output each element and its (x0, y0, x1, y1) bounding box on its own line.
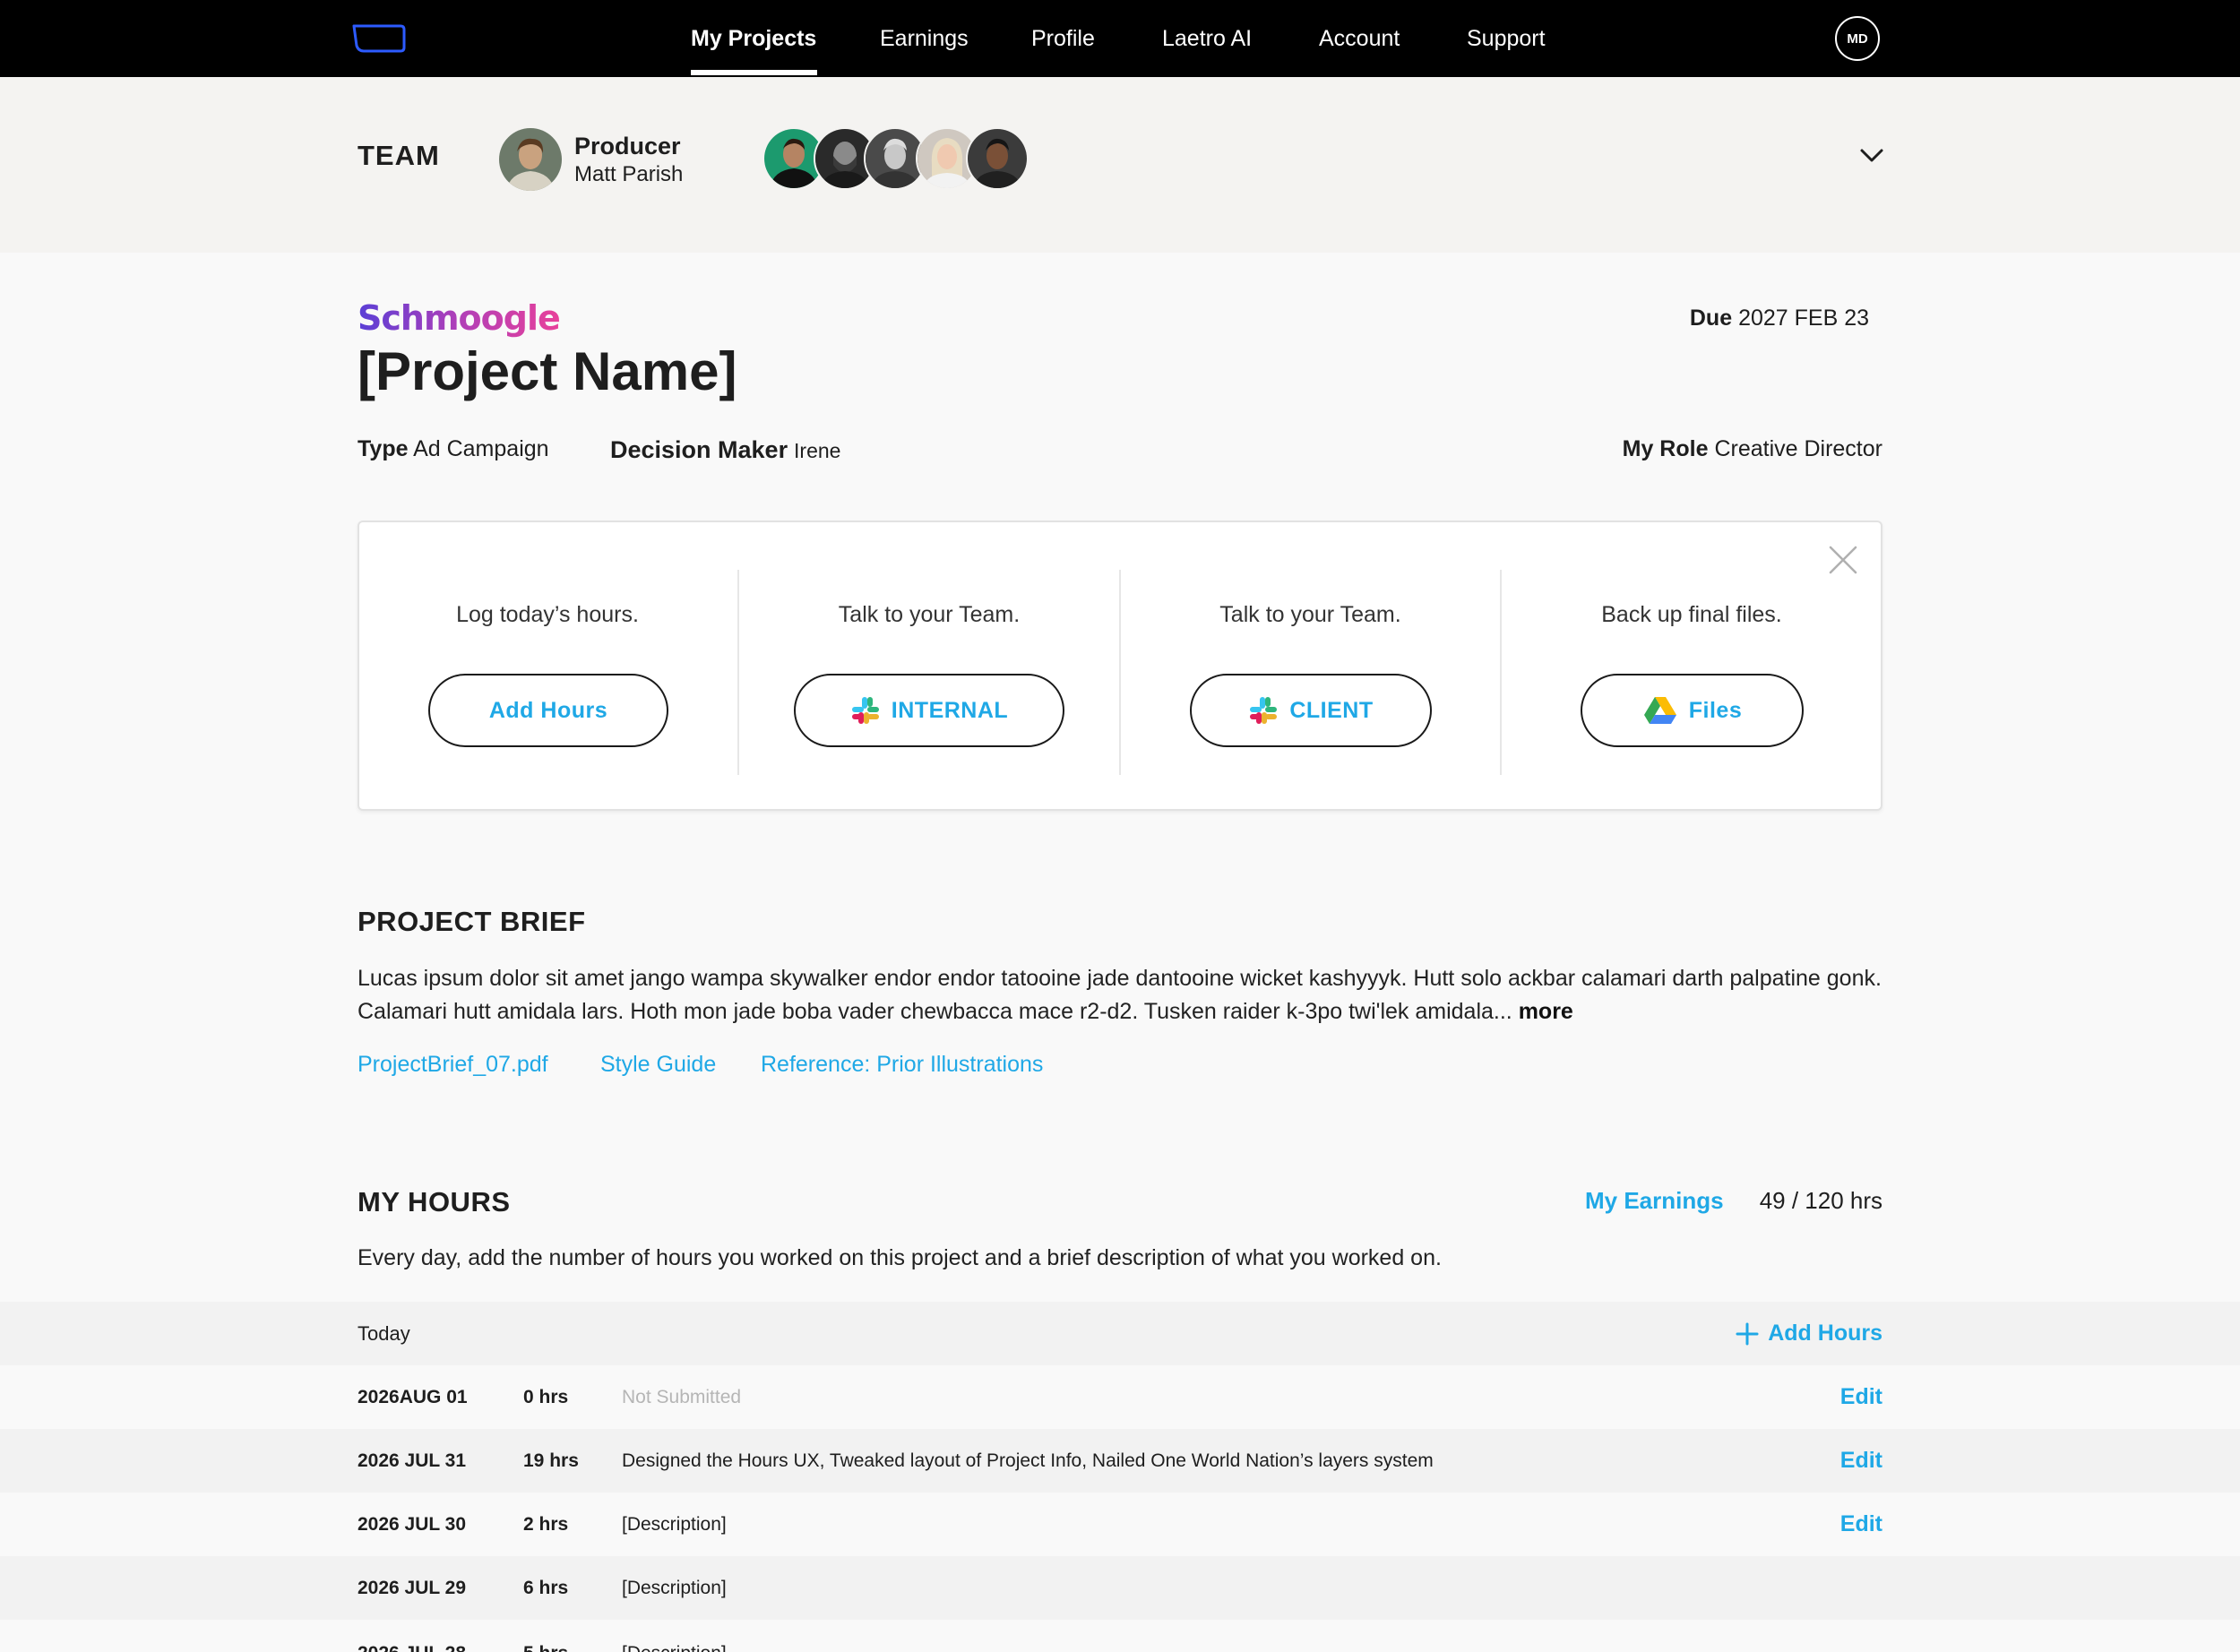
internal-slack-button[interactable]: INTERNAL (794, 674, 1064, 747)
laetro-logo-icon[interactable] (351, 23, 407, 54)
plus-icon (1736, 1322, 1759, 1345)
project-title: [Project Name] (358, 341, 737, 401)
nav-my-projects[interactable]: My Projects (691, 23, 816, 54)
nav-account[interactable]: Account (1319, 23, 1400, 54)
brief-pdf-link[interactable]: ProjectBrief_07.pdf (358, 1052, 548, 1078)
add-hours-link[interactable]: Add Hours (1736, 1302, 1882, 1365)
today-label: Today (358, 1322, 410, 1345)
hours-row: 2026 JUL 31 19 hrs Designed the Hours UX… (0, 1429, 2240, 1493)
edit-entry-button[interactable]: Edit (1840, 1493, 1882, 1556)
nav-profile[interactable]: Profile (1031, 23, 1095, 54)
card-divider (737, 570, 739, 775)
project-brief-text: Lucas ipsum dolor sit amet jango wampa s… (358, 966, 1882, 1024)
entry-hours: 0 hrs (523, 1387, 569, 1407)
decision-maker: Decision Maker Irene (610, 436, 841, 463)
brief-more-link[interactable]: more (1519, 999, 1573, 1024)
entry-description: [Description] (622, 1514, 727, 1535)
entry-description: Designed the Hours UX, Tweaked layout of… (622, 1450, 1434, 1471)
user-avatar-button[interactable]: MD (1835, 16, 1880, 61)
slack-icon (1250, 697, 1278, 724)
due-date: Due 2027 FEB 23 (1689, 305, 1869, 331)
producer-role: Producer (574, 133, 681, 159)
team-member-avatar[interactable] (966, 127, 1029, 190)
today-row: Today Add Hours (0, 1302, 2240, 1365)
hours-instructions: Every day, add the number of hours you w… (358, 1245, 1442, 1270)
google-drive-icon (1643, 697, 1676, 724)
client-slack-button[interactable]: CLIENT (1190, 674, 1432, 747)
entry-date: 2026 JUL 31 (358, 1450, 467, 1471)
entry-description: Not Submitted (622, 1387, 742, 1407)
project-type: Type Ad Campaign (358, 436, 549, 461)
card-divider (1500, 570, 1502, 775)
hours-row: 2026AUG 01 0 hrs Not Submitted Edit (0, 1365, 2240, 1429)
close-icon[interactable] (1828, 545, 1858, 575)
entry-hours: 6 hrs (523, 1578, 569, 1598)
hours-row: 2026 JUL 29 6 hrs [Description] (0, 1556, 2240, 1620)
add-hours-button[interactable]: Add Hours (428, 674, 668, 747)
edit-entry-button[interactable]: Edit (1840, 1365, 1882, 1429)
edit-entry-button[interactable]: Edit (1840, 1429, 1882, 1493)
entry-description: [Description] (622, 1622, 727, 1652)
entry-hours: 19 hrs (523, 1450, 579, 1471)
nav-laetro-ai[interactable]: Laetro AI (1162, 23, 1252, 54)
nav-earnings[interactable]: Earnings (880, 23, 969, 54)
files-drive-button[interactable]: Files (1581, 674, 1804, 747)
entry-description: [Description] (622, 1578, 727, 1598)
log-hours-caption: Log today’s hours. (456, 602, 639, 627)
top-navigation-bar: My Projects Earnings Profile Laetro AI A… (0, 0, 2240, 77)
nav-support[interactable]: Support (1467, 23, 1546, 54)
style-guide-link[interactable]: Style Guide (600, 1052, 716, 1078)
team-label: TEAM (358, 140, 440, 171)
hours-total: 49 / 120 hrs (1759, 1187, 1882, 1214)
reference-illustrations-link[interactable]: Reference: Prior Illustrations (761, 1052, 1043, 1078)
client-brand-logo: Schmoogle (358, 298, 561, 338)
backup-files-caption: Back up final files. (1601, 602, 1782, 627)
producer-avatar[interactable] (499, 128, 562, 191)
my-earnings-link[interactable]: My Earnings (1585, 1187, 1724, 1215)
entry-hours: 2 hrs (523, 1514, 569, 1535)
hours-row: 2026 JUL 28 5 hrs [Description] (0, 1620, 2240, 1652)
my-hours-heading: MY HOURS (358, 1186, 511, 1217)
entry-hours: 5 hrs (523, 1622, 568, 1652)
chevron-down-icon[interactable] (1858, 142, 1885, 168)
producer-name: Matt Parish (574, 162, 684, 186)
entry-date: 2026AUG 01 (358, 1387, 468, 1407)
card-divider (1119, 570, 1121, 775)
hours-row: 2026 JUL 30 2 hrs [Description] Edit (0, 1493, 2240, 1556)
entry-date: 2026 JUL 28 (358, 1622, 466, 1652)
internal-chat-caption: Talk to your Team. (838, 602, 1021, 627)
project-brief-heading: PROJECT BRIEF (358, 906, 586, 937)
my-role: My Role Creative Director (1622, 436, 1882, 461)
entry-date: 2026 JUL 30 (358, 1514, 467, 1535)
client-chat-caption: Talk to your Team. (1219, 602, 1401, 627)
team-band (0, 77, 2240, 253)
nav-active-indicator (691, 70, 817, 75)
slack-icon (851, 697, 879, 724)
entry-date: 2026 JUL 29 (358, 1578, 467, 1598)
